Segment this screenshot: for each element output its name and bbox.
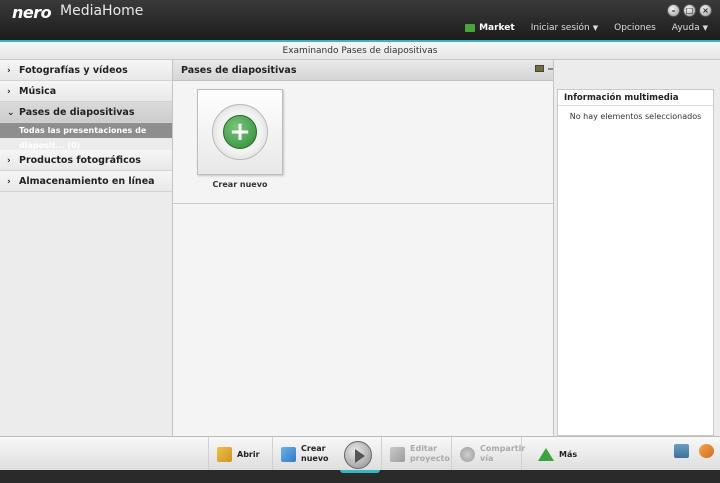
create-new-button[interactable]: Crear nuevo xyxy=(272,437,336,471)
share-icon xyxy=(460,446,475,462)
options-menu[interactable]: Opciones xyxy=(614,23,656,33)
info-box: Información multimedia No hay elementos … xyxy=(557,89,714,436)
edit-icon xyxy=(390,446,405,462)
chevron-right-icon: › xyxy=(7,66,11,76)
help-label: Ayuda xyxy=(671,23,700,33)
info-tab[interactable]: Información multimedia xyxy=(558,90,713,106)
open-label: Abrir xyxy=(237,449,260,459)
title-bar: nero MediaHome – □ × Market Iniciar sesi… xyxy=(0,0,720,40)
info-empty-text: No hay elementos seleccionados xyxy=(569,112,702,121)
status-icons xyxy=(674,444,714,458)
main-header: Pases de diapositivas xyxy=(173,60,553,81)
sidebar-item-label: Música xyxy=(19,86,57,97)
sidebar-item-label: Pases de diapositivas xyxy=(19,107,135,118)
chevron-down-icon: ⌄ xyxy=(7,108,15,118)
app-name: MediaHome xyxy=(60,3,144,19)
new-slideshow-icon xyxy=(281,446,296,462)
tile-ring: + xyxy=(212,104,268,160)
up-arrow-icon xyxy=(538,447,554,461)
divider xyxy=(173,203,553,204)
gift-icon[interactable] xyxy=(699,444,714,458)
help-menu[interactable]: Ayuda ▼ xyxy=(672,23,708,33)
create-new-label: Crear nuevo xyxy=(301,444,329,463)
play-button[interactable] xyxy=(344,441,372,469)
main-pane: Pases de diapositivas + Crear nuevo xyxy=(173,60,553,436)
top-menu: Market Iniciar sesión ▼ Opciones Ayuda ▼ xyxy=(465,23,708,33)
sidebar-subitem-all-slideshows[interactable]: Todas las presentaciones de diaposit... … xyxy=(0,123,172,150)
sidebar-item-photos-videos[interactable]: › Fotografías y vídeos xyxy=(0,60,172,81)
edit-project-label: Editar proyecto xyxy=(410,444,450,463)
plus-icon: + xyxy=(223,115,257,149)
edit-project-button[interactable]: Editar proyecto xyxy=(381,437,451,471)
caret-down-icon: ▼ xyxy=(702,24,708,32)
maximize-button[interactable]: □ xyxy=(683,4,696,17)
create-new-tile[interactable]: + xyxy=(197,89,283,175)
tile-label: Crear nuevo xyxy=(212,180,268,189)
chevron-right-icon: › xyxy=(7,177,11,187)
market-label: Market xyxy=(479,23,515,33)
sidebar: › Fotografías y vídeos › Música ⌄ Pases de … xyxy=(0,60,173,436)
login-label: Iniciar sesión xyxy=(530,23,590,33)
sidebar-item-label: Almacenamiento en línea xyxy=(19,176,155,187)
sidebar-item-online-storage[interactable]: › Almacenamiento en línea xyxy=(0,171,172,192)
chevron-right-icon: › xyxy=(7,87,11,97)
caret-down-icon: ▼ xyxy=(592,24,599,32)
sidebar-item-music[interactable]: › Música xyxy=(0,81,172,102)
login-menu[interactable]: Iniciar sesión ▼ xyxy=(531,23,598,33)
monitor-icon[interactable] xyxy=(674,444,689,458)
share-button[interactable]: Compartir vía xyxy=(451,437,526,471)
window-controls: – □ × xyxy=(667,4,712,17)
small-thumbnail-icon xyxy=(535,65,544,72)
breadcrumb: Examinando Pases de diapositivas xyxy=(0,42,720,60)
chevron-right-icon: › xyxy=(7,156,11,166)
folder-icon xyxy=(217,446,232,462)
footer-accent xyxy=(340,470,380,473)
sidebar-item-label: Fotografías y vídeos xyxy=(19,65,128,76)
share-label: Compartir vía xyxy=(480,444,526,463)
sidebar-item-label: Productos fotográficos xyxy=(19,155,141,166)
more-label: Más xyxy=(559,449,578,459)
minimize-button[interactable]: – xyxy=(667,4,680,17)
sidebar-item-slideshows[interactable]: ⌄ Pases de diapositivas xyxy=(0,102,172,123)
close-button[interactable]: × xyxy=(699,4,712,17)
cart-icon xyxy=(465,24,476,32)
more-button[interactable]: Más xyxy=(521,437,587,471)
market-link[interactable]: Market xyxy=(465,23,515,33)
open-button[interactable]: Abrir xyxy=(208,437,272,471)
app-logo: nero xyxy=(12,3,52,22)
info-panel: Información multimedia No hay elementos … xyxy=(553,60,720,436)
sidebar-item-photo-products[interactable]: › Productos fotográficos xyxy=(0,150,172,171)
